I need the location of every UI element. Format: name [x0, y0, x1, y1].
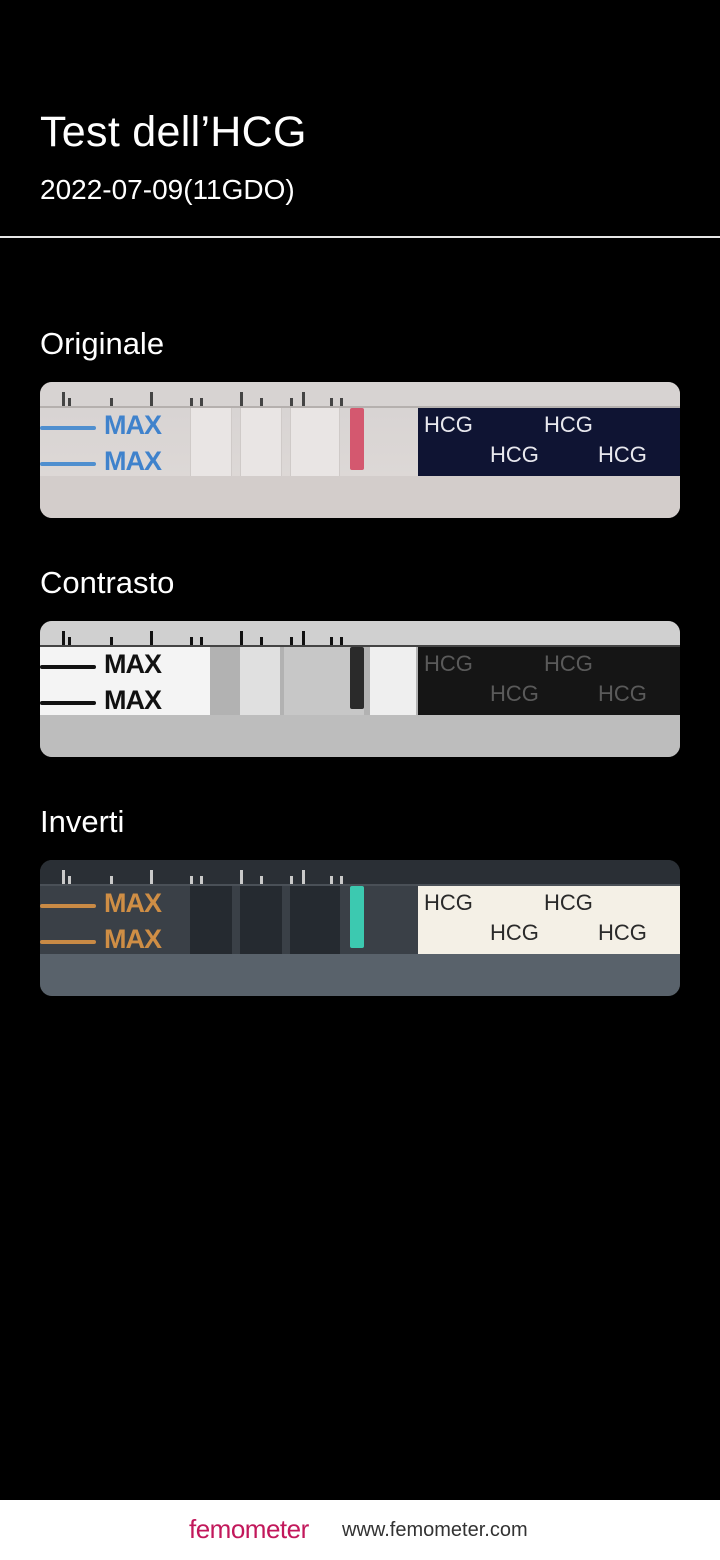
ruler-tick [200, 398, 203, 406]
test-line [350, 408, 364, 470]
ruler-tick [302, 631, 305, 645]
hcg-print: HCG [598, 681, 647, 706]
ruler-tick [68, 398, 71, 406]
hcg-print: HCG [490, 442, 539, 467]
ruler-tick [240, 870, 243, 884]
ruler-tick [340, 637, 343, 645]
strip-ruler [40, 621, 680, 647]
ruler-tick [62, 392, 65, 406]
ruler-tick [240, 631, 243, 645]
ruler-tick [260, 398, 263, 406]
ruler-tick [68, 876, 71, 884]
brand-logo[interactable]: femometer [189, 1514, 309, 1545]
strip-window [290, 408, 340, 476]
ruler-tick [190, 398, 193, 406]
hcg-print: HCG [490, 681, 539, 706]
hcg-test-page: Test dell’HCG 2022-07-09(11GDO) Original… [0, 0, 720, 1560]
ruler-tick [302, 870, 305, 884]
strip-image-contrast[interactable]: MAX MAX HCG HCG HCG HCG [40, 621, 680, 757]
section-label-invert: Inverti [40, 804, 125, 839]
ruler-tick [290, 398, 293, 406]
ruler-tick [150, 631, 153, 645]
hcg-print: HCG [544, 651, 593, 676]
strip-base [40, 476, 680, 518]
ruler-tick [190, 876, 193, 884]
hcg-print: HCG [598, 442, 647, 467]
ruler-tick [62, 631, 65, 645]
hcg-print: HCG [544, 412, 593, 437]
strip-window [190, 886, 232, 954]
strip-window [370, 647, 416, 715]
hcg-print-panel: HCG HCG HCG HCG [418, 886, 680, 954]
ruler-tick [260, 637, 263, 645]
strip-image-original[interactable]: MAX MAX HCG HCG HCG HCG [40, 382, 680, 518]
max-label: MAX [104, 888, 162, 918]
hcg-print-panel: HCG HCG HCG HCG [418, 408, 680, 476]
strip-base [40, 954, 680, 996]
hcg-print: HCG [598, 920, 647, 945]
ruler-tick [150, 392, 153, 406]
max-line [40, 426, 96, 430]
test-date: 2022-07-09(11GDO) [40, 174, 295, 205]
strip-ruler [40, 382, 680, 408]
header-divider [0, 236, 720, 238]
max-line [40, 462, 96, 466]
max-label: MAX [104, 410, 162, 440]
strip-ruler [40, 860, 680, 886]
hcg-print: HCG [544, 890, 593, 915]
ruler-tick [302, 392, 305, 406]
max-label: MAX [104, 924, 162, 954]
strip-base [40, 715, 680, 757]
ruler-tick [200, 876, 203, 884]
hcg-print: HCG [424, 651, 473, 676]
hcg-print: HCG [424, 890, 473, 915]
ruler-tick [340, 876, 343, 884]
strip-window [240, 886, 282, 954]
ruler-tick [240, 392, 243, 406]
ruler-tick [330, 876, 333, 884]
ruler-tick [290, 876, 293, 884]
max-label: MAX [104, 685, 162, 715]
ruler-tick [62, 870, 65, 884]
max-line [40, 665, 96, 669]
page-title: Test dell’HCG [40, 108, 307, 156]
max-label: MAX [104, 446, 162, 476]
ruler-tick [110, 637, 113, 645]
ruler-tick [200, 637, 203, 645]
website-link[interactable]: www.femometer.com [342, 1519, 528, 1542]
strip-image-invert[interactable]: MAX MAX HCG HCG HCG HCG [40, 860, 680, 996]
ruler-tick [260, 876, 263, 884]
test-line [350, 647, 364, 709]
ruler-tick [330, 398, 333, 406]
ruler-tick [290, 637, 293, 645]
ruler-tick [68, 637, 71, 645]
ruler-tick [150, 870, 153, 884]
ruler-tick [330, 637, 333, 645]
test-line [350, 886, 364, 948]
section-label-contrast: Contrasto [40, 565, 175, 600]
section-label-original: Originale [40, 326, 165, 361]
ruler-tick [340, 398, 343, 406]
strip-window [240, 408, 282, 476]
max-line [40, 904, 96, 908]
hcg-print: HCG [424, 412, 473, 437]
hcg-print: HCG [490, 920, 539, 945]
ruler-tick [190, 637, 193, 645]
max-line [40, 701, 96, 705]
strip-window [190, 408, 232, 476]
ruler-tick [110, 398, 113, 406]
footer: femometer www.femometer.com [0, 1500, 720, 1560]
max-line [40, 940, 96, 944]
header: Test dell’HCG 2022-07-09(11GDO) [0, 0, 720, 238]
max-label: MAX [104, 649, 162, 679]
hcg-print-panel: HCG HCG HCG HCG [418, 647, 680, 715]
ruler-tick [110, 876, 113, 884]
strip-window [240, 647, 280, 715]
strip-window [290, 886, 340, 954]
